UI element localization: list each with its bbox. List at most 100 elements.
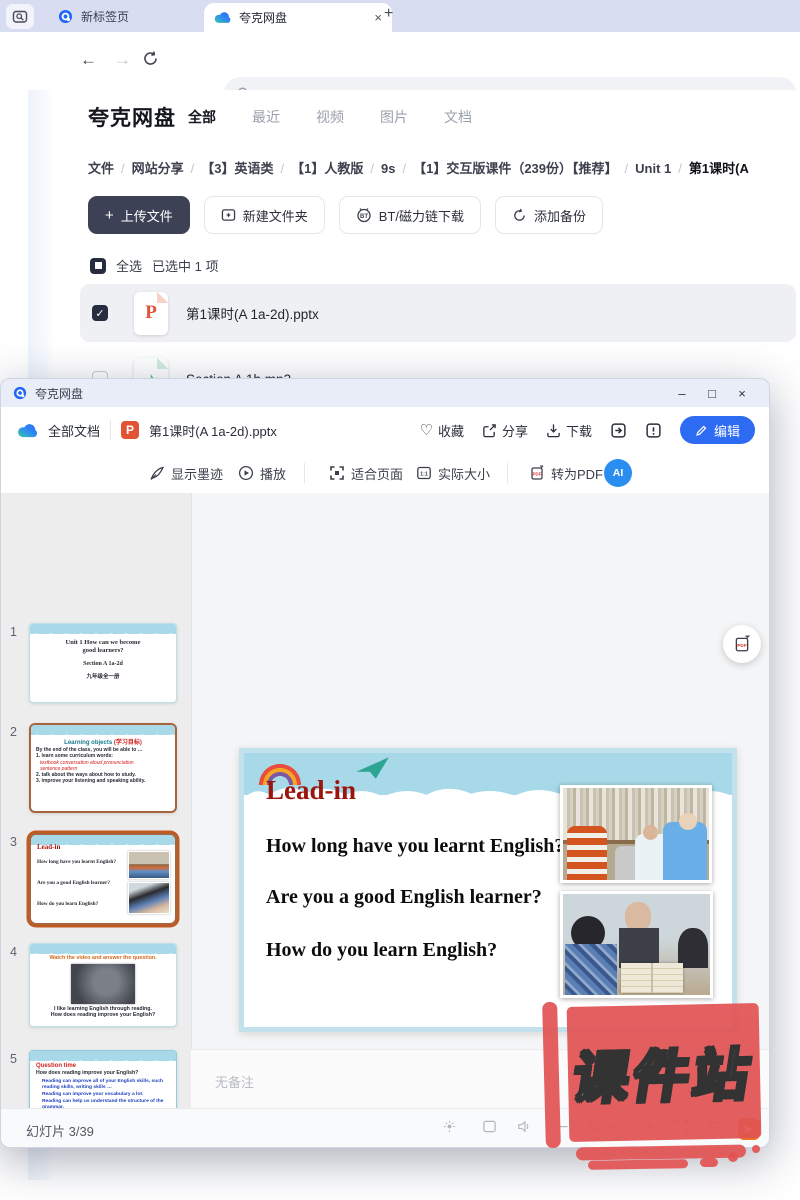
upload-file-button[interactable]: + 上传文件	[88, 196, 190, 234]
thumb-text: By the end of the class, you will be abl…	[31, 746, 175, 753]
thumb-bullet: Reading can improve your vocabulary a lo…	[30, 1091, 176, 1098]
document-viewer-window: 夸克网盘 – □ × 全部文档 P 第1课时(A 1a-2d).pptx ♡ 收…	[0, 378, 770, 1148]
pdf-icon: PDF	[529, 465, 545, 481]
notes-placeholder: 无备注	[215, 1072, 254, 1091]
back-button[interactable]: ←	[80, 50, 97, 70]
thumb-text: How long have you learnt English?	[37, 859, 127, 866]
tab-video[interactable]: 视频	[316, 107, 344, 127]
divider	[507, 463, 508, 483]
tab-label: 夸克网盘	[239, 9, 287, 26]
thumb-text: 九年级全一册	[30, 674, 176, 681]
svg-text:PDF: PDF	[533, 472, 542, 477]
document-name-tab[interactable]: 第1课时(A 1a-2d).pptx	[149, 421, 277, 440]
breadcrumb-item[interactable]: 网站分享	[114, 161, 184, 176]
edit-label: 编辑	[714, 421, 740, 440]
workspace-search-icon[interactable]	[6, 4, 34, 29]
browser-tab-newtab[interactable]: 新标签页	[44, 0, 143, 32]
tab-doc[interactable]: 文档	[444, 107, 472, 127]
tab-close-icon[interactable]: ×	[374, 10, 382, 25]
maximize-button[interactable]: □	[697, 386, 727, 401]
window-title: 夸克网盘	[35, 385, 83, 402]
notes-bar[interactable]: 无备注	[191, 1049, 769, 1109]
library-photo	[560, 785, 712, 883]
quark-drive-favicon	[214, 11, 231, 24]
breadcrumb-item[interactable]: 【3】英语类	[184, 161, 274, 176]
breadcrumb-item[interactable]: 【1】交互版课件（239份）【推荐】	[395, 161, 617, 176]
edit-button[interactable]: 编辑	[680, 416, 755, 444]
minimize-button[interactable]: –	[667, 386, 697, 401]
browser-tab-quark-drive[interactable]: 夸克网盘 ×	[204, 3, 392, 32]
breadcrumb-item[interactable]: Unit 1	[618, 161, 672, 176]
slide-question-3: How do you learn English?	[266, 939, 497, 962]
file-row-pptx[interactable]: ✓ P 第1课时(A 1a-2d).pptx	[80, 284, 796, 342]
fit-page-icon	[329, 465, 345, 481]
tab-image[interactable]: 图片	[380, 107, 408, 127]
presentation-play-button[interactable]: ▶	[738, 1118, 760, 1140]
tab-recent[interactable]: 最近	[252, 107, 280, 127]
window-title-bar: 夸克网盘 – □ ×	[1, 379, 769, 407]
feedback-icon[interactable]	[645, 422, 662, 439]
thumb-text: good learners?	[30, 647, 176, 655]
select-all-checkbox[interactable]	[90, 258, 106, 274]
thumbnail-slide-3-selected[interactable]: Lead-in How long have you learnt English…	[29, 833, 177, 925]
add-backup-button[interactable]: 添加备份	[495, 196, 603, 234]
document-toolbar: 全部文档 P 第1课时(A 1a-2d).pptx ♡ 收藏 分享 下载	[1, 407, 769, 454]
close-button[interactable]: ×	[727, 386, 757, 401]
show-ink-label: 显示墨迹	[171, 464, 223, 483]
breadcrumb: 文件网站分享【3】英语类【1】人教版9s【1】交互版课件（239份）【推荐】Un…	[88, 158, 800, 177]
new-folder-button[interactable]: 新建文件夹	[204, 196, 325, 234]
bt-magnet-download-button[interactable]: BT BT/磁力链下载	[339, 196, 481, 234]
fit-page-button[interactable]: 适合页面	[329, 461, 403, 485]
share-button[interactable]: 分享	[482, 421, 528, 440]
thumbnail-slide-2[interactable]: Learning objects (学习目标) By the end of th…	[29, 723, 177, 813]
rotate-icon[interactable]	[706, 1119, 721, 1134]
upload-file-label: 上传文件	[121, 206, 173, 225]
zoom-out-button[interactable]: −	[559, 1119, 568, 1137]
floating-pdf-convert-button[interactable]: PDF	[723, 625, 761, 663]
refresh-button[interactable]	[142, 50, 159, 67]
thumb-text: I like learning English through reading.	[30, 1006, 176, 1013]
show-ink-button[interactable]: 显示墨迹	[149, 461, 223, 485]
download-button[interactable]: 下载	[546, 421, 592, 440]
file-checkbox-checked[interactable]: ✓	[92, 305, 108, 321]
thumb-text: Section A 1a-2d	[30, 661, 176, 669]
fit-page-label: 适合页面	[351, 464, 403, 483]
thumbnail-slide-1[interactable]: Unit 1 How can we become good learners? …	[29, 623, 177, 703]
new-tab-button[interactable]: +	[384, 5, 393, 23]
play-button[interactable]: 播放	[238, 461, 286, 485]
slide-title: Lead-in	[266, 775, 356, 806]
bt-magnet-icon: BT	[356, 207, 372, 223]
breadcrumb-current: 第1课时(A	[671, 161, 749, 176]
zoom-level: 51%	[589, 1119, 615, 1134]
sound-icon[interactable]	[516, 1119, 531, 1134]
drive-cloud-icon	[17, 423, 38, 438]
thumbnail-slide-4[interactable]: Watch the video and answer the question.…	[29, 943, 177, 1027]
svg-text:1:1: 1:1	[420, 471, 428, 477]
slide-thumbnail-panel: 1 Unit 1 How can we become good learners…	[1, 493, 192, 1108]
tab-all[interactable]: 全部	[188, 107, 216, 127]
select-all-label[interactable]: 全选	[116, 256, 142, 275]
main-slide-canvas[interactable]: Lead-in How long have you learnt English…	[239, 748, 737, 1032]
save-to-drive-icon[interactable]	[610, 422, 627, 439]
all-documents-tab[interactable]: 全部文档	[48, 421, 100, 440]
thumb-title: Learning objects	[64, 740, 112, 746]
file-name: 第1课时(A 1a-2d).pptx	[186, 303, 319, 323]
breadcrumb-item[interactable]: 【1】人教版	[274, 161, 364, 176]
thumb-title: Lead-in	[37, 843, 60, 851]
breadcrumb-item[interactable]: 9s	[363, 161, 395, 176]
actual-size-button[interactable]: 1:1 实际大小	[416, 461, 490, 485]
thumb-video-frame	[71, 964, 135, 1004]
convert-to-pdf-button[interactable]: PDF 转为PDF	[529, 461, 603, 485]
folder-plus-icon	[221, 208, 236, 222]
slide-number: 4	[10, 945, 26, 959]
plus-icon: +	[105, 207, 114, 224]
ai-assistant-button[interactable]: AI	[604, 459, 632, 487]
pptx-badge-icon: P	[121, 421, 139, 439]
favorite-button[interactable]: ♡ 收藏	[419, 421, 463, 440]
thumb-title: Question time	[30, 1061, 176, 1069]
zoom-in-button[interactable]: +	[644, 1119, 653, 1137]
grid-view-icon[interactable]	[482, 1119, 497, 1134]
laser-pointer-icon[interactable]	[442, 1119, 457, 1134]
breadcrumb-item[interactable]: 文件	[88, 161, 114, 176]
fit-screen-icon[interactable]	[674, 1119, 689, 1134]
